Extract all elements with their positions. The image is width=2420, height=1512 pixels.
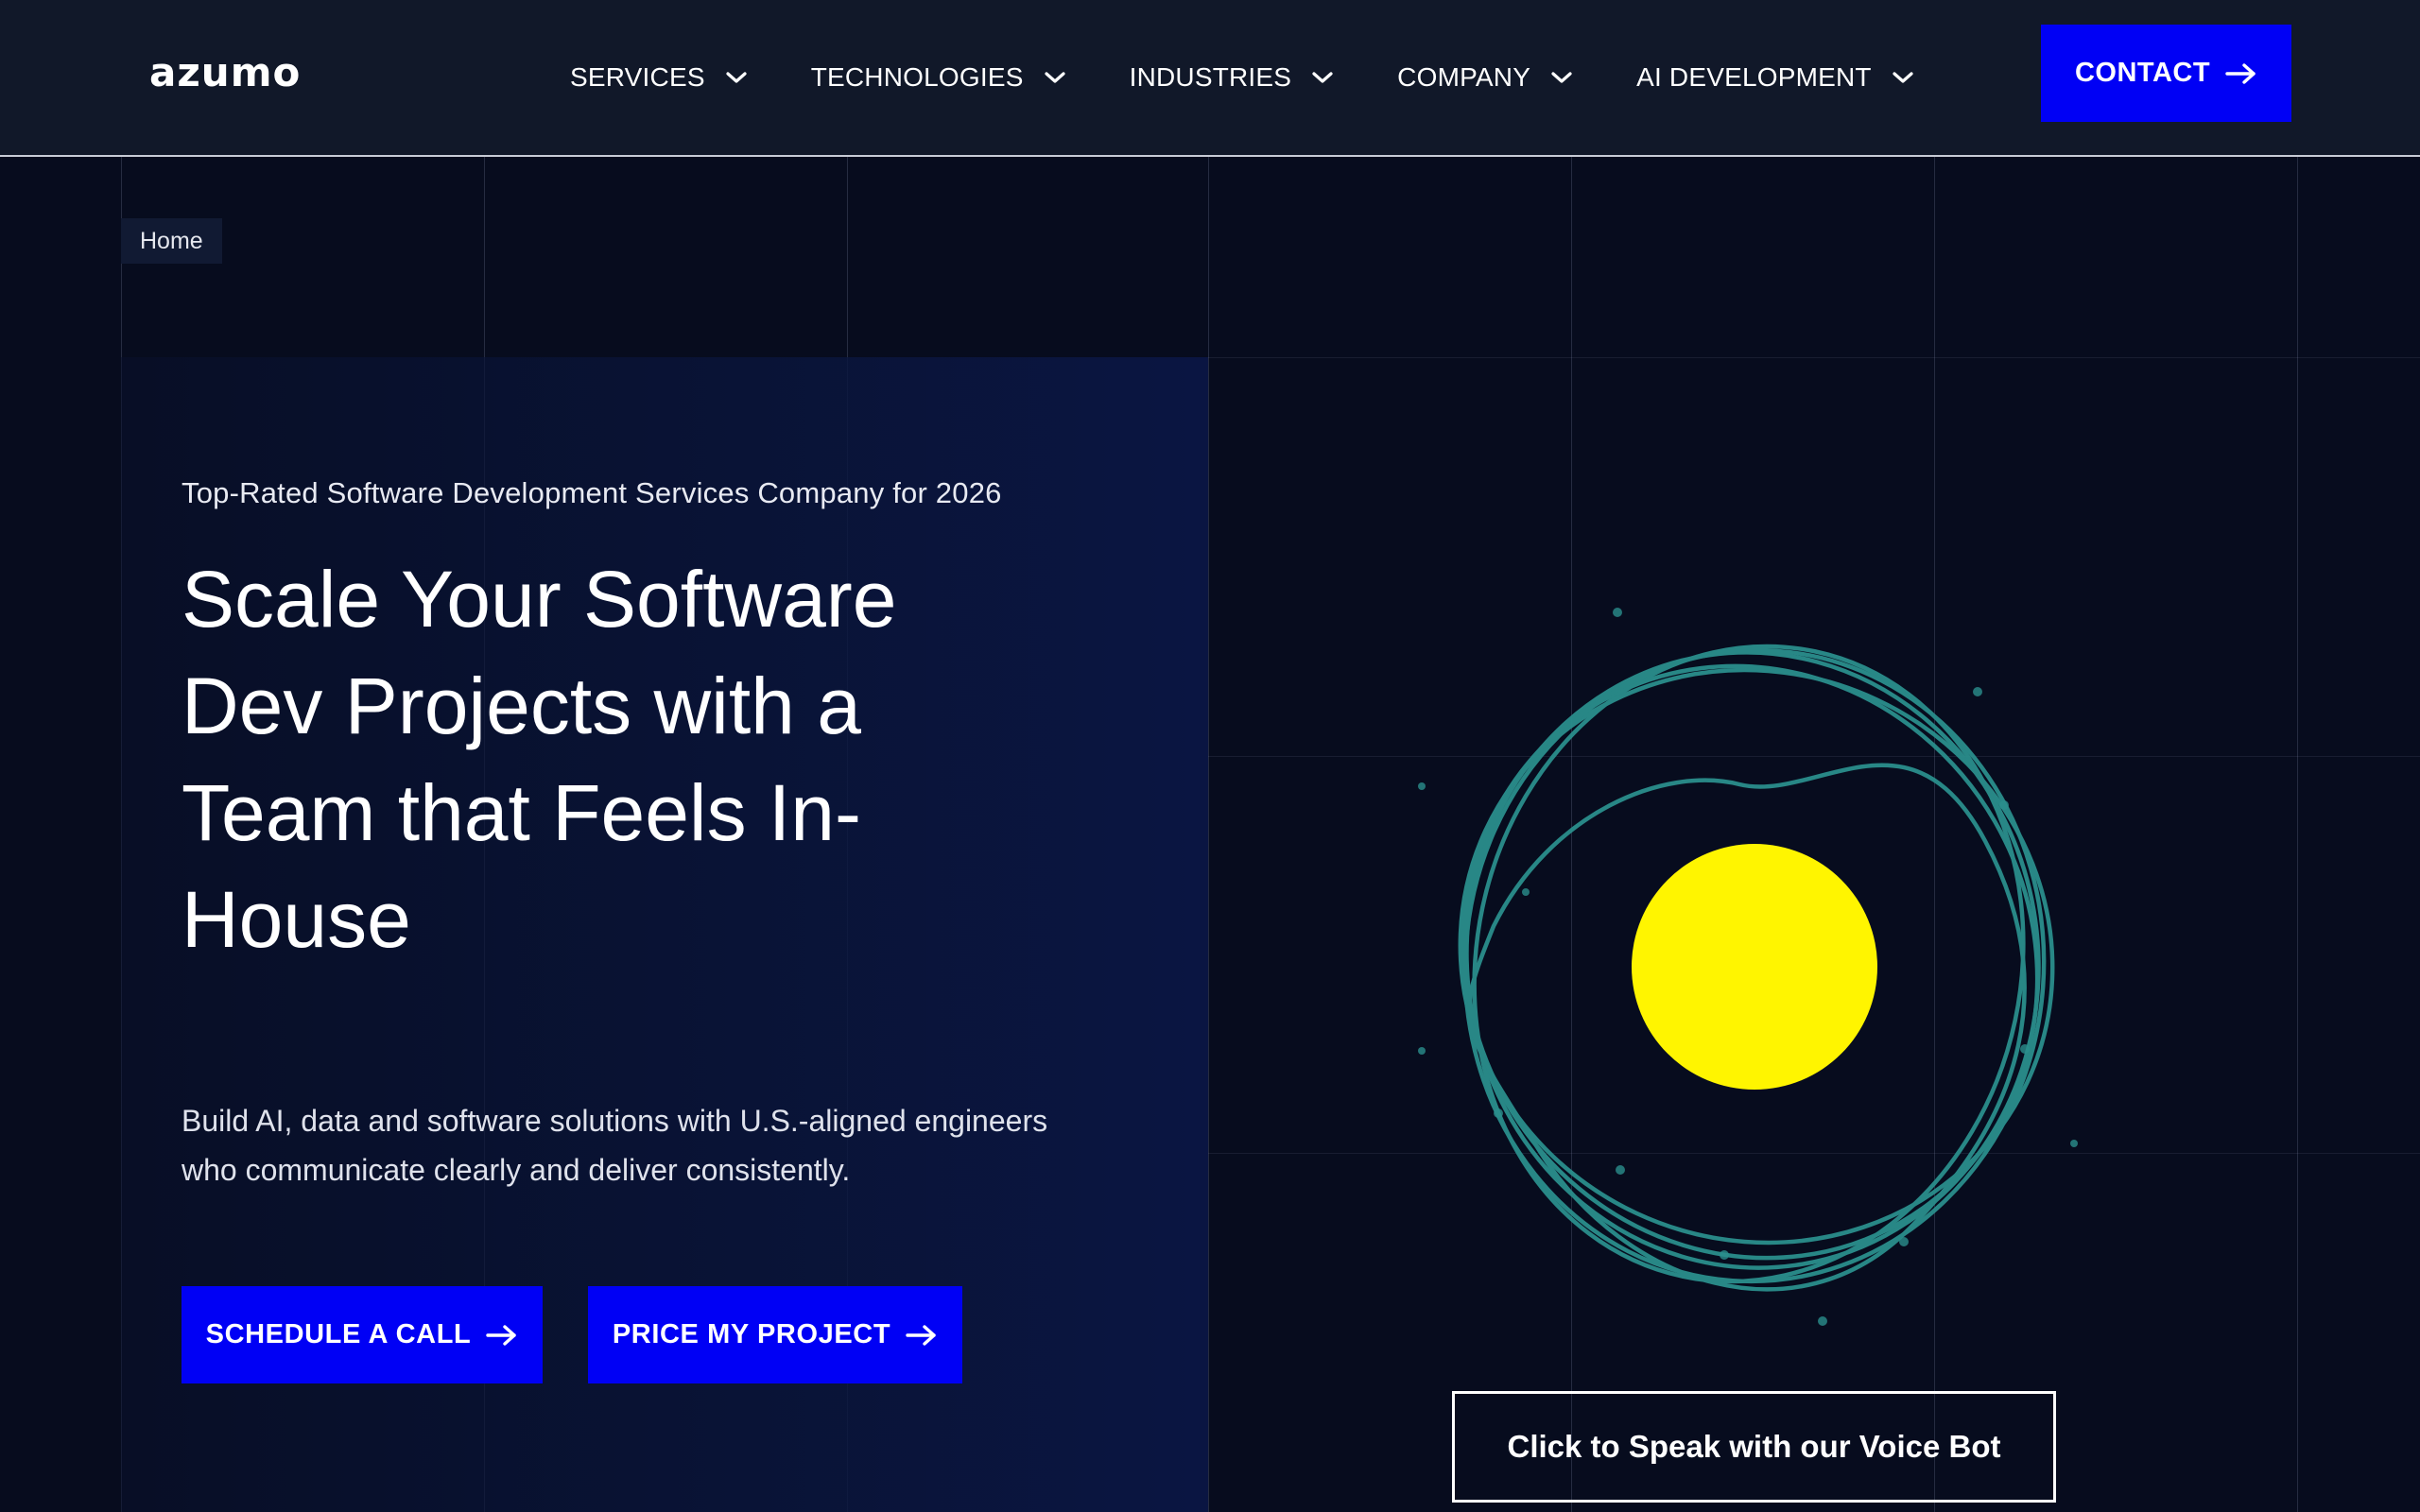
arrow-right-icon [2225,62,2256,84]
orb-particle [1999,800,2009,810]
breadcrumb: Home [121,218,222,264]
orb-particle [1494,1108,1503,1118]
headline-line: Dev Projects with a [182,662,861,750]
orb-particle [1973,687,1982,696]
nav-label: TECHNOLOGIES [810,62,1024,92]
hero-eyebrow: Top-Rated Software Development Services … [182,476,1002,509]
grid-line [1208,357,2420,358]
orb-core [1632,844,1877,1090]
chevron-down-icon [726,72,747,83]
breadcrumb-home[interactable]: Home [140,228,203,255]
orb-particle [1720,1250,1729,1260]
nav-technologies[interactable]: TECHNOLOGIES [811,62,1067,93]
nav-company[interactable]: COMPANY [1397,62,1574,93]
nav-label: SERVICES [570,62,705,92]
voice-bot-orb[interactable] [1342,529,2155,1342]
grid-line [2297,157,2298,1512]
arrow-right-icon [486,1324,517,1346]
subtext-line: Build AI, data and software solutions wi… [182,1104,1048,1138]
page: azumo SERVICES TECHNOLOGIES INDUSTRIES C… [0,0,2420,1512]
orb-particle [2020,1044,2030,1054]
cta-label: SCHEDULE A CALL [205,1319,472,1349]
headline-line: Team that Feels In- [182,768,861,857]
chevron-down-icon [1551,72,1572,83]
arrow-right-icon [906,1324,936,1346]
cta-label: PRICE MY PROJECT [612,1319,891,1349]
orb-particle [1522,888,1530,896]
nav-label: COMPANY [1397,62,1531,92]
orb-particle [1418,782,1426,790]
site-header: azumo SERVICES TECHNOLOGIES INDUSTRIES C… [0,0,2420,157]
orb-particle [1899,1237,1909,1246]
hero-headline: Scale Your Software Dev Projects with a … [182,546,1032,973]
grid-line [1208,157,1209,1512]
orb-particle [1616,1165,1625,1175]
headline-line: House [182,875,411,964]
hero-subtext: Build AI, data and software solutions wi… [182,1096,1089,1194]
voice-bot-button[interactable]: Click to Speak with our Voice Bot [1452,1391,2056,1503]
main-nav: SERVICES TECHNOLOGIES INDUSTRIES COMPANY… [570,0,1915,155]
azumo-logo[interactable]: azumo [149,49,301,95]
nav-label: AI DEVELOPMENT [1636,62,1872,92]
headline-line: Scale Your Software [182,555,897,644]
price-project-button[interactable]: PRICE MY PROJECT [588,1286,962,1383]
nav-services[interactable]: SERVICES [570,62,749,93]
contact-button[interactable]: CONTACT [2041,25,2291,122]
contact-label: CONTACT [2074,58,2211,88]
subtext-line: who communicate clearly and deliver cons… [182,1153,851,1187]
chevron-down-icon [1044,72,1065,83]
chevron-down-icon [1312,72,1333,83]
voice-bot-label: Click to Speak with our Voice Bot [1507,1429,2001,1464]
nav-label: INDUSTRIES [1129,62,1292,92]
orb-particle [1613,608,1622,617]
orb-particle [1818,1316,1827,1326]
nav-ai-development[interactable]: AI DEVELOPMENT [1636,62,1915,93]
orb-particle [2070,1140,2078,1147]
schedule-call-button[interactable]: SCHEDULE A CALL [182,1286,543,1383]
chevron-down-icon [1893,72,1913,83]
orb-particle [1418,1047,1426,1055]
nav-industries[interactable]: INDUSTRIES [1130,62,1336,93]
